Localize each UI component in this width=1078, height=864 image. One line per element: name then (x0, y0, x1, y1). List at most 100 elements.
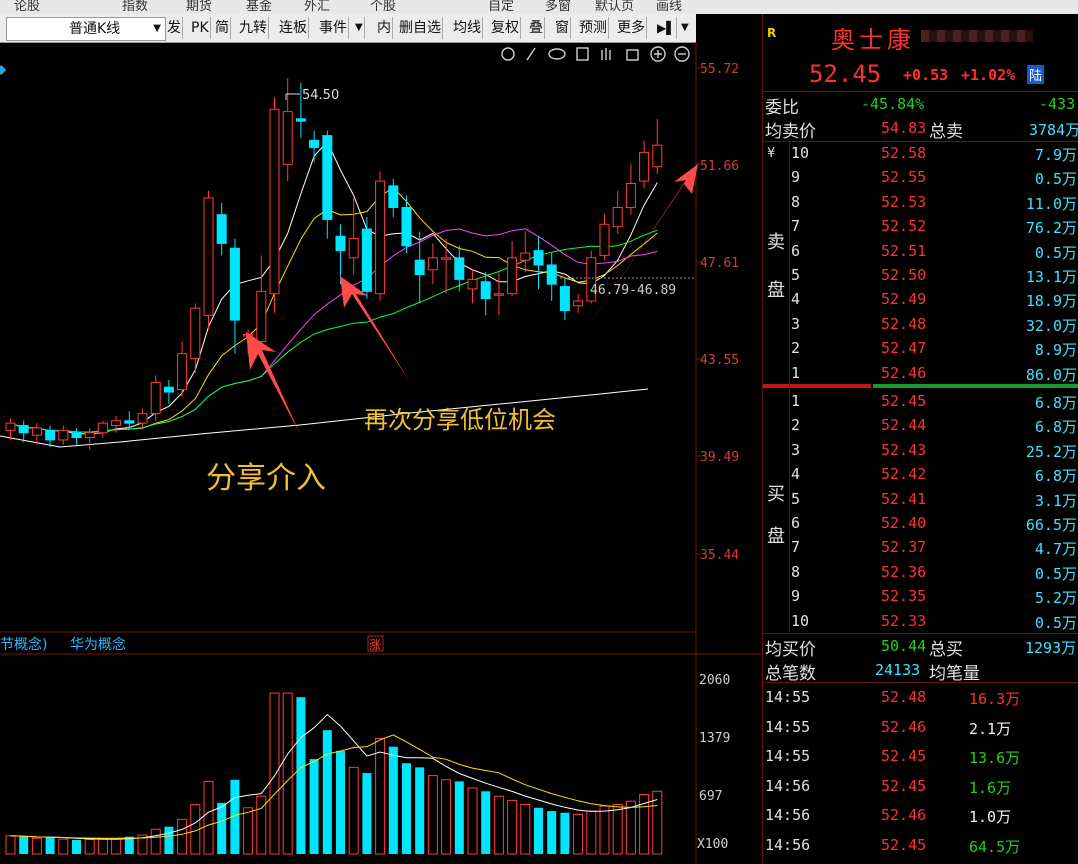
settings-icon[interactable] (501, 47, 515, 61)
order-row[interactable]: 3 52.48 32.0万 (763, 315, 1078, 337)
volume-bar (111, 837, 122, 855)
candle (427, 243, 438, 285)
order-row[interactable]: 2 52.47 8.9万 (763, 339, 1078, 361)
kline-chart[interactable]: 55.72 51.66 47.61 43.55 39.49 35.44 2060… (0, 42, 762, 864)
menu-item[interactable]: 个股 (370, 0, 396, 14)
volume-bar (427, 775, 438, 855)
ma-line (10, 229, 658, 433)
chevron-down-icon[interactable]: ▼ (680, 17, 690, 39)
volume-bar (454, 781, 464, 854)
toolbar-item[interactable]: 内 (376, 17, 393, 39)
order-row[interactable]: 7 52.37 4.7万 (763, 538, 1078, 560)
candle (546, 253, 557, 301)
pin-icon[interactable]: ▶▌ (656, 17, 678, 39)
menu-item[interactable]: 多窗 (545, 0, 571, 14)
toolbar-item[interactable]: 均线 (452, 17, 483, 39)
toolbar-item[interactable]: 预测 (578, 17, 609, 39)
order-row[interactable]: 9 52.35 5.2万 (763, 587, 1078, 609)
order-volume: 32.0万 (1025, 316, 1077, 335)
order-row[interactable]: 10 52.58 7.9万 (763, 144, 1078, 166)
order-price: 52.49 (881, 290, 927, 309)
candle (625, 164, 636, 215)
tick-row: 14:55 52.46 2.1万 (763, 718, 1078, 742)
hand-icon[interactable] (601, 48, 611, 60)
menu-item[interactable]: 指数 (122, 0, 148, 14)
menu-item[interactable]: 画线 (656, 0, 682, 14)
order-volume: 86.0万 (1025, 365, 1077, 384)
copy-icon[interactable] (576, 47, 589, 61)
toolbar-item[interactable]: 删自选 (398, 17, 443, 39)
lock-icon[interactable] (626, 49, 639, 61)
candle (5, 418, 16, 440)
order-row[interactable]: 2 52.44 6.8万 (763, 416, 1078, 438)
toolbar-item[interactable]: 简 (214, 17, 231, 39)
order-price: 52.51 (881, 241, 927, 260)
menu-item[interactable]: 自定 (488, 0, 514, 14)
order-row[interactable]: 1 52.45 6.8万 (763, 392, 1078, 414)
buy-side-label: 买 (767, 484, 785, 505)
order-level: 7 (791, 538, 801, 557)
order-row[interactable]: 4 52.42 6.8万 (763, 465, 1078, 487)
volume-bar (296, 697, 306, 854)
candle (467, 269, 478, 304)
menu-item[interactable]: 基金 (246, 0, 272, 14)
order-row[interactable]: 6 52.40 66.5万 (763, 514, 1078, 536)
candle (639, 140, 650, 189)
order-row[interactable]: 10 52.33 0.5万 (763, 612, 1078, 634)
menu-item[interactable]: 论股 (14, 0, 40, 14)
order-row[interactable]: 1 52.46 86.0万 (763, 364, 1078, 386)
toolbar-item[interactable]: 连板 (278, 17, 309, 39)
order-level: 2 (791, 339, 801, 358)
weicha-value: -433 (1039, 95, 1076, 113)
order-row[interactable]: 8 52.36 0.5万 (763, 563, 1078, 585)
order-row[interactable]: 7 52.52 76.2万 (763, 217, 1078, 239)
order-row[interactable]: 6 52.51 0.5万 (763, 242, 1078, 264)
toolbar-item[interactable]: 更多 (616, 17, 647, 39)
volume-axis: 2060 1379 697 X100 (697, 673, 730, 852)
order-volume: 13.1万 (1025, 268, 1077, 286)
order-level: 9 (791, 168, 801, 187)
toolbar-item[interactable]: PK (190, 17, 211, 39)
volume-bar (97, 838, 108, 855)
order-row[interactable]: 5 52.41 3.1万 (763, 490, 1078, 512)
concept-tag[interactable]: 华为概念 (70, 636, 126, 653)
toolbar-item[interactable]: 发 (166, 17, 183, 39)
order-row[interactable]: 5 52.50 13.1万 (763, 266, 1078, 288)
order-volume: 5.2万 (1034, 589, 1077, 608)
toolbar-item[interactable]: 叠 (528, 17, 545, 39)
toolbar-item[interactable]: 事件 (318, 17, 349, 39)
toolbar-item[interactable]: 九转 (238, 17, 269, 39)
candle (507, 241, 518, 297)
concept-tag[interactable]: 节概念) (0, 636, 47, 653)
volume-bar (309, 759, 319, 854)
toolbar-item[interactable]: 窗 (554, 17, 571, 39)
menu-item[interactable]: 默认页 (595, 0, 634, 14)
price-axis: 55.72 51.66 47.61 43.55 39.49 35.44 (696, 62, 739, 563)
volume-bar (243, 807, 254, 855)
volume-bar (547, 811, 557, 854)
menu-item[interactable]: 期货 (186, 0, 212, 14)
order-volume: 66.5万 (1025, 516, 1077, 534)
pen-icon[interactable] (526, 47, 536, 61)
order-level: 4 (791, 290, 801, 309)
avg-sell-label: 均卖价 (765, 122, 816, 142)
order-row[interactable]: 8 52.53 11.0万 (763, 193, 1078, 215)
candle (375, 171, 386, 301)
toolbar-item[interactable]: 复权 (490, 17, 521, 39)
chevron-down-icon[interactable]: ▼ (354, 17, 365, 39)
menu-item[interactable]: 外汇 (304, 0, 330, 14)
order-level: 5 (791, 266, 801, 284)
trades-value: 24133 (875, 661, 921, 679)
candle (97, 420, 108, 438)
order-row[interactable]: 4 52.49 18.9万 (763, 290, 1078, 312)
volume-bar (612, 803, 623, 855)
order-level: 10 (791, 611, 810, 630)
order-row[interactable]: 3 52.43 25.2万 (763, 441, 1078, 463)
tick-price: 52.46 (881, 806, 927, 824)
order-row[interactable]: 9 52.55 0.5万 (763, 168, 1078, 190)
eye-icon[interactable] (548, 48, 566, 60)
volume-bar (58, 838, 69, 855)
candle (652, 118, 663, 174)
period-select[interactable]: 普通K线 ▼ (6, 17, 166, 41)
order-price: 52.53 (881, 192, 927, 211)
